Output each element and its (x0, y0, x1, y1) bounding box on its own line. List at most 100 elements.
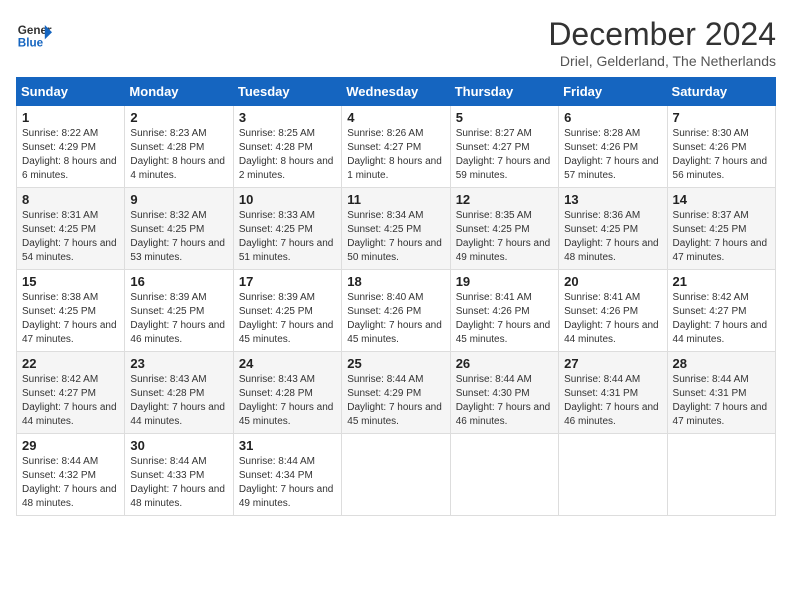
location-subtitle: Driel, Gelderland, The Netherlands (548, 53, 776, 69)
day-number: 17 (239, 274, 336, 289)
calendar-cell: 30 Sunrise: 8:44 AMSunset: 4:33 PMDayligh… (125, 434, 233, 516)
day-number: 30 (130, 438, 227, 453)
day-header-wednesday: Wednesday (342, 78, 450, 106)
calendar-cell (342, 434, 450, 516)
day-detail: Sunrise: 8:43 AMSunset: 4:28 PMDaylight:… (130, 373, 227, 429)
calendar-cell: 26 Sunrise: 8:44 AMSunset: 4:30 PMDayligh… (450, 352, 558, 434)
day-header-tuesday: Tuesday (233, 78, 341, 106)
day-header-monday: Monday (125, 78, 233, 106)
calendar-cell: 11 Sunrise: 8:34 AMSunset: 4:25 PMDayligh… (342, 188, 450, 270)
calendar-cell: 10 Sunrise: 8:33 AMSunset: 4:25 PMDayligh… (233, 188, 341, 270)
day-number: 16 (130, 274, 227, 289)
svg-text:Blue: Blue (18, 37, 44, 50)
calendar-cell: 17 Sunrise: 8:39 AMSunset: 4:25 PMDayligh… (233, 270, 341, 352)
day-number: 19 (456, 274, 553, 289)
calendar-cell: 14 Sunrise: 8:37 AMSunset: 4:25 PMDayligh… (667, 188, 775, 270)
calendar-cell: 8 Sunrise: 8:31 AMSunset: 4:25 PMDaylight… (17, 188, 125, 270)
day-number: 2 (130, 110, 227, 125)
day-detail: Sunrise: 8:41 AMSunset: 4:26 PMDaylight:… (456, 291, 553, 347)
day-number: 7 (673, 110, 770, 125)
day-detail: Sunrise: 8:33 AMSunset: 4:25 PMDaylight:… (239, 209, 336, 265)
day-detail: Sunrise: 8:40 AMSunset: 4:26 PMDaylight:… (347, 291, 444, 347)
calendar-week-row: 15 Sunrise: 8:38 AMSunset: 4:25 PMDayligh… (17, 270, 776, 352)
day-detail: Sunrise: 8:44 AMSunset: 4:29 PMDaylight:… (347, 373, 444, 429)
day-detail: Sunrise: 8:44 AMSunset: 4:33 PMDaylight:… (130, 455, 227, 511)
day-detail: Sunrise: 8:38 AMSunset: 4:25 PMDaylight:… (22, 291, 119, 347)
day-number: 9 (130, 192, 227, 207)
title-block: December 2024 Driel, Gelderland, The Net… (548, 16, 776, 69)
day-number: 6 (564, 110, 661, 125)
day-detail: Sunrise: 8:44 AMSunset: 4:30 PMDaylight:… (456, 373, 553, 429)
day-detail: Sunrise: 8:44 AMSunset: 4:31 PMDaylight:… (673, 373, 770, 429)
day-number: 10 (239, 192, 336, 207)
day-number: 31 (239, 438, 336, 453)
day-detail: Sunrise: 8:43 AMSunset: 4:28 PMDaylight:… (239, 373, 336, 429)
calendar-week-row: 8 Sunrise: 8:31 AMSunset: 4:25 PMDaylight… (17, 188, 776, 270)
day-detail: Sunrise: 8:26 AMSunset: 4:27 PMDaylight:… (347, 127, 444, 183)
day-detail: Sunrise: 8:35 AMSunset: 4:25 PMDaylight:… (456, 209, 553, 265)
calendar-cell: 18 Sunrise: 8:40 AMSunset: 4:26 PMDayligh… (342, 270, 450, 352)
day-detail: Sunrise: 8:34 AMSunset: 4:25 PMDaylight:… (347, 209, 444, 265)
calendar-cell (667, 434, 775, 516)
calendar-cell: 29 Sunrise: 8:44 AMSunset: 4:32 PMDayligh… (17, 434, 125, 516)
day-number: 25 (347, 356, 444, 371)
day-detail: Sunrise: 8:22 AMSunset: 4:29 PMDaylight:… (22, 127, 119, 183)
calendar-cell: 12Sunrise: 8:35 AMSunset: 4:25 PMDayligh… (450, 188, 558, 270)
logo-icon: General Blue (16, 16, 52, 52)
day-detail: Sunrise: 8:30 AMSunset: 4:26 PMDaylight:… (673, 127, 770, 183)
calendar-cell: 7 Sunrise: 8:30 AMSunset: 4:26 PMDaylight… (667, 106, 775, 188)
day-number: 11 (347, 192, 444, 207)
page-header: General Blue December 2024 Driel, Gelder… (16, 16, 776, 69)
calendar-week-row: 1Sunrise: 8:22 AMSunset: 4:29 PMDaylight… (17, 106, 776, 188)
calendar-cell: 31 Sunrise: 8:44 AMSunset: 4:34 PMDayligh… (233, 434, 341, 516)
day-header-thursday: Thursday (450, 78, 558, 106)
day-detail: Sunrise: 8:44 AMSunset: 4:34 PMDaylight:… (239, 455, 336, 511)
day-detail: Sunrise: 8:42 AMSunset: 4:27 PMDaylight:… (673, 291, 770, 347)
calendar-cell: 23 Sunrise: 8:43 AMSunset: 4:28 PMDayligh… (125, 352, 233, 434)
day-number: 23 (130, 356, 227, 371)
calendar-cell: 20 Sunrise: 8:41 AMSunset: 4:26 PMDayligh… (559, 270, 667, 352)
day-detail: Sunrise: 8:41 AMSunset: 4:26 PMDaylight:… (564, 291, 661, 347)
calendar-cell: 25 Sunrise: 8:44 AMSunset: 4:29 PMDayligh… (342, 352, 450, 434)
logo: General Blue (16, 16, 52, 52)
day-detail: Sunrise: 8:44 AMSunset: 4:31 PMDaylight:… (564, 373, 661, 429)
day-detail: Sunrise: 8:39 AMSunset: 4:25 PMDaylight:… (239, 291, 336, 347)
calendar-header-row: SundayMondayTuesdayWednesdayThursdayFrid… (17, 78, 776, 106)
calendar-cell: 13Sunrise: 8:36 AMSunset: 4:25 PMDayligh… (559, 188, 667, 270)
day-header-sunday: Sunday (17, 78, 125, 106)
day-number: 8 (22, 192, 119, 207)
day-detail: Sunrise: 8:32 AMSunset: 4:25 PMDaylight:… (130, 209, 227, 265)
day-number: 4 (347, 110, 444, 125)
calendar-cell: 6Sunrise: 8:28 AMSunset: 4:26 PMDaylight… (559, 106, 667, 188)
day-number: 14 (673, 192, 770, 207)
day-number: 18 (347, 274, 444, 289)
day-detail: Sunrise: 8:44 AMSunset: 4:32 PMDaylight:… (22, 455, 119, 511)
day-number: 15 (22, 274, 119, 289)
day-number: 20 (564, 274, 661, 289)
calendar-cell: 22Sunrise: 8:42 AMSunset: 4:27 PMDayligh… (17, 352, 125, 434)
calendar-cell: 5Sunrise: 8:27 AMSunset: 4:27 PMDaylight… (450, 106, 558, 188)
day-number: 5 (456, 110, 553, 125)
day-header-friday: Friday (559, 78, 667, 106)
day-detail: Sunrise: 8:23 AMSunset: 4:28 PMDaylight:… (130, 127, 227, 183)
day-number: 29 (22, 438, 119, 453)
day-number: 22 (22, 356, 119, 371)
calendar-cell: 15 Sunrise: 8:38 AMSunset: 4:25 PMDayligh… (17, 270, 125, 352)
calendar-cell: 9 Sunrise: 8:32 AMSunset: 4:25 PMDaylight… (125, 188, 233, 270)
calendar-cell (559, 434, 667, 516)
day-number: 3 (239, 110, 336, 125)
day-detail: Sunrise: 8:37 AMSunset: 4:25 PMDaylight:… (673, 209, 770, 265)
day-number: 27 (564, 356, 661, 371)
day-detail: Sunrise: 8:39 AMSunset: 4:25 PMDaylight:… (130, 291, 227, 347)
calendar-cell: 2 Sunrise: 8:23 AMSunset: 4:28 PMDaylight… (125, 106, 233, 188)
calendar-cell: 24Sunrise: 8:43 AMSunset: 4:28 PMDayligh… (233, 352, 341, 434)
day-detail: Sunrise: 8:31 AMSunset: 4:25 PMDaylight:… (22, 209, 119, 265)
calendar-week-row: 22Sunrise: 8:42 AMSunset: 4:27 PMDayligh… (17, 352, 776, 434)
day-number: 26 (456, 356, 553, 371)
day-detail: Sunrise: 8:25 AMSunset: 4:28 PMDaylight:… (239, 127, 336, 183)
day-number: 28 (673, 356, 770, 371)
calendar-cell: 28 Sunrise: 8:44 AMSunset: 4:31 PMDayligh… (667, 352, 775, 434)
calendar-cell (450, 434, 558, 516)
calendar-cell: 1Sunrise: 8:22 AMSunset: 4:29 PMDaylight… (17, 106, 125, 188)
calendar-table: SundayMondayTuesdayWednesdayThursdayFrid… (16, 77, 776, 516)
